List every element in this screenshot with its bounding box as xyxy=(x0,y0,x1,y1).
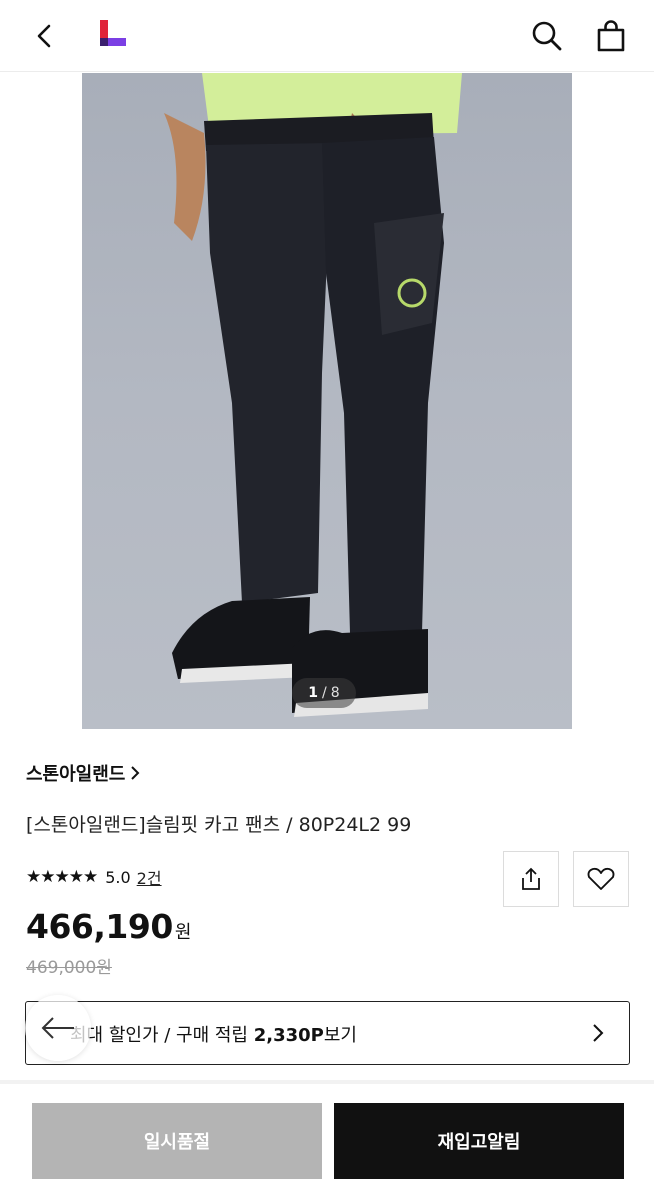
home-logo[interactable] xyxy=(96,18,130,52)
bottom-action-bar: 일시품절 재입고알림 xyxy=(0,1084,654,1200)
heart-icon xyxy=(587,867,615,890)
arrow-left-icon xyxy=(41,1017,74,1039)
top-navigation-bar xyxy=(0,0,654,72)
benefit-points: 2,330P xyxy=(253,1025,324,1046)
price-currency: 원 xyxy=(174,922,192,943)
product-photo xyxy=(82,73,572,729)
restock-alert-button[interactable]: 재입고알림 xyxy=(334,1103,624,1179)
price-amount: 466,190 xyxy=(26,907,173,946)
review-count-link[interactable]: 2건 xyxy=(137,865,162,889)
indicator-separator: / xyxy=(322,685,327,701)
brand-link[interactable]: 스톤아일랜드 xyxy=(26,760,141,786)
back-button[interactable] xyxy=(26,18,62,54)
cart-button[interactable] xyxy=(592,17,630,55)
soldout-button[interactable]: 일시품절 xyxy=(32,1103,322,1179)
benefit-info-button[interactable]: 최대 할인가 / 구매 적립 2,330P보기 xyxy=(25,1001,630,1065)
benefit-text: 최대 할인가 / 구매 적립 2,330P보기 xyxy=(70,1021,357,1047)
product-title: [스톤아일랜드]슬림핏 카고 팬츠 / 80P24L2 99 xyxy=(26,814,412,836)
search-button[interactable] xyxy=(528,17,566,55)
current-image-index: 1 xyxy=(308,685,319,701)
floating-back-button[interactable] xyxy=(25,995,91,1061)
chevron-right-icon xyxy=(131,766,140,780)
benefit-prefix: 최대 할인가 / 구매 적립 xyxy=(70,1025,254,1046)
rating-score: 5.0 xyxy=(105,867,131,887)
sale-price: 466,190 원 xyxy=(26,907,191,946)
chevron-left-icon xyxy=(37,24,51,48)
share-button[interactable] xyxy=(503,851,559,907)
chevron-right-icon xyxy=(593,1024,604,1042)
benefit-suffix: 보기 xyxy=(323,1025,357,1046)
share-icon xyxy=(522,867,540,890)
rating-summary: ★★★★★ 5.0 2건 xyxy=(26,865,162,889)
original-price: 469,000원 xyxy=(26,958,112,978)
image-page-indicator: 1 / 8 xyxy=(292,678,356,708)
search-icon xyxy=(532,21,562,51)
shopping-bag-icon xyxy=(597,20,625,52)
brand-name: 스톤아일랜드 xyxy=(26,764,126,785)
star-rating-icon: ★★★★★ xyxy=(26,867,98,887)
cargo-pants-illustration xyxy=(164,73,462,717)
lotte-on-logo-icon xyxy=(100,20,126,46)
total-image-count: 8 xyxy=(330,685,340,701)
product-image-gallery[interactable]: 1 / 8 xyxy=(0,73,654,729)
wishlist-button[interactable] xyxy=(573,851,629,907)
